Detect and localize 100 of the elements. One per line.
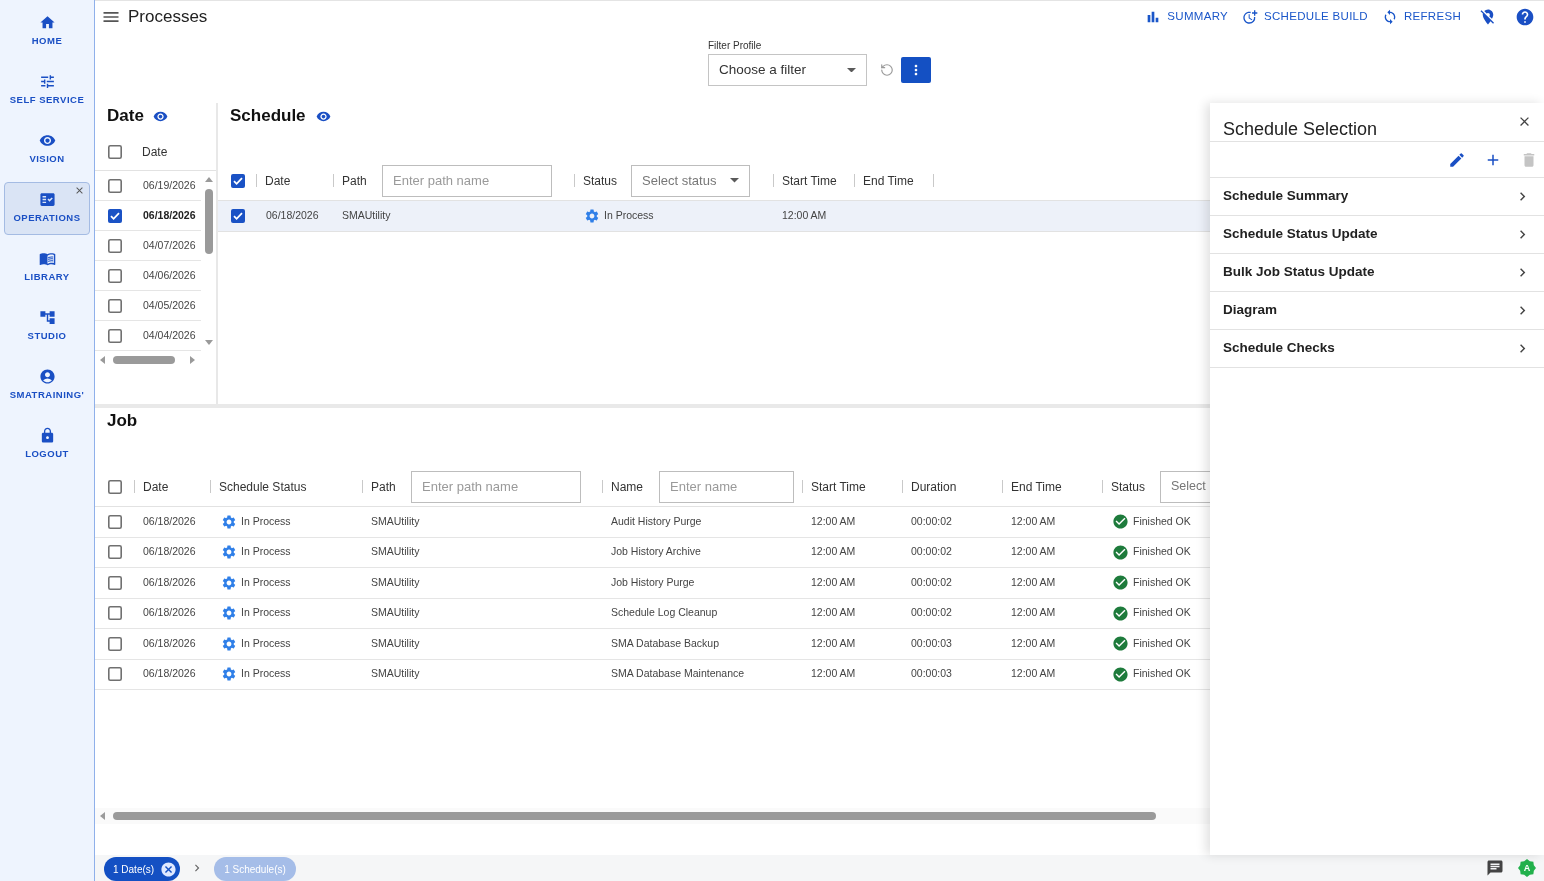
scroll-up-arrow-icon[interactable] xyxy=(204,177,213,182)
table-cell-text: Schedule Log Cleanup xyxy=(611,605,718,621)
table-cell-text: 00:00:02 xyxy=(911,544,952,560)
table-cell-text: 00:00:03 xyxy=(911,666,952,682)
home-icon xyxy=(38,14,56,31)
checkbox[interactable] xyxy=(108,545,122,560)
table-cell-text: 04/07/2026 xyxy=(143,237,196,253)
column-header: Path xyxy=(342,172,367,190)
chat-icon[interactable] xyxy=(1486,859,1504,877)
table-cell-text: Job History Purge xyxy=(611,574,695,590)
checkbox[interactable] xyxy=(108,238,122,253)
table-cell-text: 06/18/2026 xyxy=(143,574,196,590)
sidebar-item[interactable]: OPERATIONS xyxy=(4,182,90,235)
table-cell-text: SMAUtility xyxy=(371,666,420,682)
status-label: Finished OK xyxy=(1133,605,1191,621)
table-cell-text: 06/18/2026 xyxy=(143,513,196,529)
sidebar-item[interactable]: SMATRAINING' xyxy=(4,359,90,412)
menu-item[interactable]: Schedule Status Update xyxy=(1210,216,1544,254)
checkbox[interactable] xyxy=(231,209,245,223)
field-label: Filter Profile xyxy=(708,40,763,52)
table-cell-text: SMA Database Backup xyxy=(611,635,719,651)
filter-select[interactable]: Choose a filter xyxy=(708,54,867,86)
scroll-left-arrow-icon[interactable] xyxy=(100,356,105,364)
status-label: Finished OK xyxy=(1133,635,1191,651)
sidebar-item[interactable]: SELF SERVICE xyxy=(4,64,90,117)
scroll-right-arrow-icon[interactable] xyxy=(190,356,195,364)
status-label: In Process xyxy=(241,513,291,529)
header-action-button[interactable]: SUMMARY xyxy=(1145,8,1229,26)
checkbox[interactable] xyxy=(231,173,245,188)
location-off-icon[interactable] xyxy=(1479,8,1497,26)
scroll-down-arrow-icon[interactable] xyxy=(204,340,213,345)
sidebar-item[interactable]: HOME xyxy=(4,5,90,58)
gear-icon xyxy=(584,208,600,224)
gear-icon xyxy=(221,544,237,561)
scrollbar-thumb[interactable] xyxy=(113,356,175,364)
close-icon[interactable] xyxy=(74,185,85,196)
sidebar-item[interactable]: VISION xyxy=(4,123,90,176)
caret-icon xyxy=(847,67,856,73)
caret-icon xyxy=(730,178,739,183)
table-row[interactable]: 06/18/2026 SMAUtility In Process 12:00 AM xyxy=(218,201,1210,232)
table-cell-text: SMAUtility xyxy=(371,513,420,529)
column-header: Start Time xyxy=(782,172,837,190)
checkbox[interactable] xyxy=(108,144,122,159)
column-header: Status xyxy=(583,172,618,190)
table-cell-text: 12:00 AM xyxy=(1011,574,1056,590)
column-header: Schedule Status xyxy=(219,478,307,496)
path-filter-field[interactable]: Enter path name xyxy=(382,164,552,197)
gear-icon xyxy=(221,513,237,530)
column-header: Duration xyxy=(911,478,957,496)
table-cell-text: 12:00 AM xyxy=(1011,635,1056,651)
column-header: Path xyxy=(371,478,396,496)
sidebar-item[interactable]: STUDIO xyxy=(4,300,90,353)
gear-icon xyxy=(221,635,237,652)
menu-item[interactable]: Diagram xyxy=(1210,292,1544,330)
menu-item[interactable]: Schedule Checks xyxy=(1210,330,1544,368)
name-filter-field[interactable]: Enter name xyxy=(659,470,794,503)
table-cell-text: 12:00 AM xyxy=(811,544,856,560)
header-action-button[interactable]: REFRESH xyxy=(1381,8,1461,26)
checkbox[interactable] xyxy=(108,606,122,621)
table-cell-text: 00:00:03 xyxy=(911,635,952,651)
checkbox[interactable] xyxy=(108,328,122,343)
sidebar-item[interactable]: LOGOUT xyxy=(4,418,90,471)
table-cell-text: 06/18/2026 xyxy=(143,207,196,223)
page-title: Processes xyxy=(128,6,208,29)
checkbox[interactable] xyxy=(108,636,122,651)
table-cell: 06/18/2026 xyxy=(266,208,319,224)
table-cell-text: 04/06/2026 xyxy=(143,267,196,283)
sliders-icon xyxy=(38,73,56,90)
table-cell-text: Audit History Purge xyxy=(611,513,702,529)
table-cell-text: 00:00:02 xyxy=(911,513,952,529)
table-cell-text: 00:00:02 xyxy=(911,605,952,621)
checkbox[interactable] xyxy=(108,667,122,682)
breadcrumb-chip[interactable]: 1 Date(s) xyxy=(104,857,181,881)
status-label: In Process xyxy=(241,605,291,621)
checkbox[interactable] xyxy=(108,268,122,283)
checkbox[interactable] xyxy=(108,514,122,529)
status-select[interactable]: Select status xyxy=(631,164,750,197)
menu-item[interactable]: Bulk Job Status Update xyxy=(1210,254,1544,292)
scroll-left-arrow-icon[interactable] xyxy=(100,812,105,820)
table-cell-text: SMAUtility xyxy=(371,544,420,560)
scrollbar-thumb[interactable] xyxy=(113,812,1156,820)
checkbox[interactable] xyxy=(108,298,122,313)
help-icon[interactable] xyxy=(1515,7,1535,27)
checkbox[interactable] xyxy=(108,208,122,223)
checkbox[interactable] xyxy=(108,479,122,494)
pencil-icon[interactable] xyxy=(1448,150,1466,169)
path-filter-field[interactable]: Enter path name xyxy=(411,470,581,503)
table-cell-text: 12:00 AM xyxy=(1011,666,1056,682)
table-cell-text: 06/18/2026 xyxy=(143,666,196,682)
eye-icon xyxy=(38,132,56,149)
sidebar-item[interactable]: LIBRARY xyxy=(4,241,90,294)
table-cell-text: 06/19/2026 xyxy=(143,177,196,193)
header-action-button[interactable]: SCHEDULE BUILD xyxy=(1242,8,1368,26)
scrollbar-thumb[interactable] xyxy=(204,189,213,254)
menu-item[interactable]: Schedule Summary xyxy=(1210,178,1544,216)
checkbox[interactable] xyxy=(108,575,122,590)
reset-icon[interactable] xyxy=(880,63,894,77)
checkbox[interactable] xyxy=(108,178,122,193)
gear-icon xyxy=(221,666,237,683)
more-options-button[interactable] xyxy=(901,57,931,83)
